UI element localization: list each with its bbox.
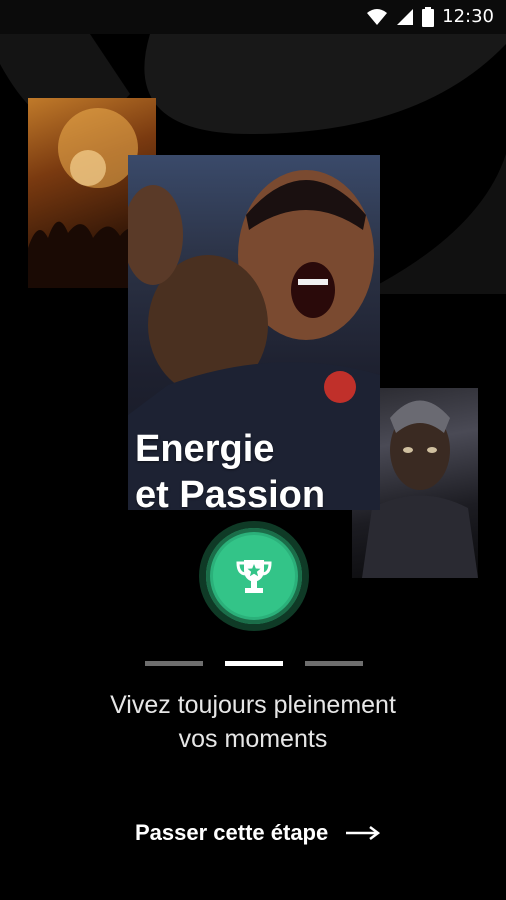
page-indicator-3 — [305, 661, 363, 666]
status-bar: 12:30 — [0, 0, 506, 34]
trophy-icon — [236, 560, 272, 593]
skip-button-label: Passer cette étape — [135, 820, 329, 845]
headline-line-2: et Passion — [135, 474, 326, 516]
tagline-line-2: vos moments — [178, 725, 328, 753]
arrow-right-icon — [346, 826, 381, 840]
headline: Energie et Passion — [135, 426, 325, 518]
signal-icon — [397, 8, 414, 25]
page-indicator-1 — [145, 661, 203, 666]
status-icons: 12:30 — [366, 6, 494, 27]
trophy-badge — [199, 521, 309, 631]
page-indicator-2 — [225, 661, 283, 666]
status-time: 12:30 — [442, 6, 494, 27]
wifi-icon — [367, 8, 388, 25]
skip-button[interactable]: Passer cette étape — [135, 820, 381, 846]
tagline-line-1: Vivez toujours pleinement — [110, 691, 396, 719]
battery-icon — [422, 6, 435, 27]
page-indicator — [145, 661, 363, 666]
headline-line-1: Energie — [135, 428, 275, 470]
tagline: Vivez toujours pleinement vos moments — [0, 688, 506, 756]
